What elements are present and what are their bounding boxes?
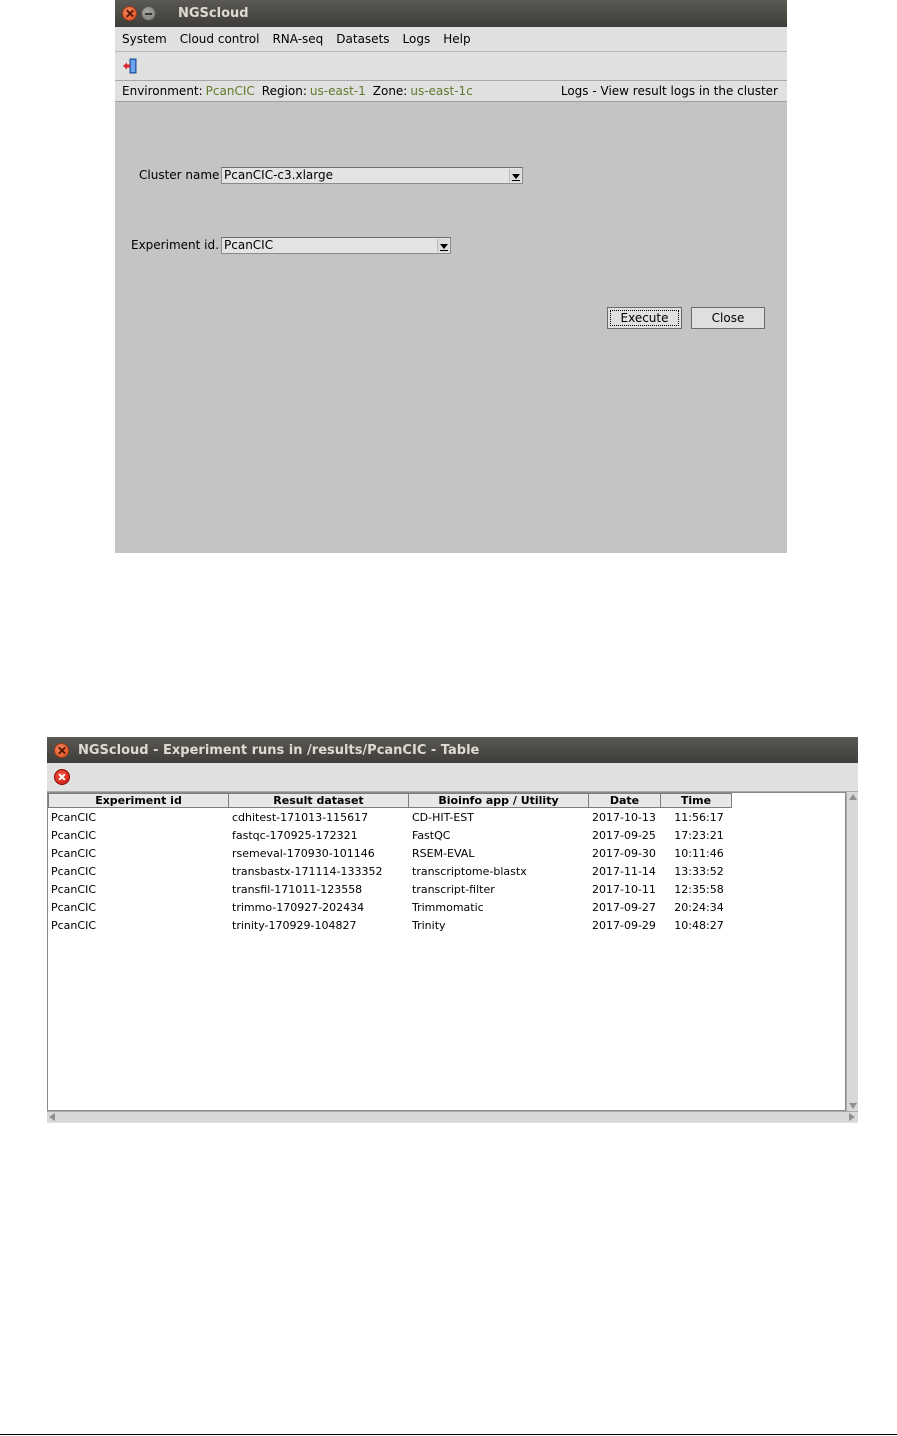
window-minimize-icon[interactable] — [141, 6, 156, 21]
experiment-id-combobox[interactable]: PcanCIC — [221, 237, 451, 254]
menu-help[interactable]: Help — [436, 32, 476, 46]
execute-button[interactable]: Execute — [607, 307, 682, 329]
cell-experiment-id: PcanCIC — [51, 864, 96, 878]
experiment-id-value: PcanCIC — [224, 238, 274, 252]
window-title: NGScloud - Experiment runs in /results/P… — [78, 742, 480, 758]
cell-time: 10:48:27 — [674, 918, 724, 932]
window-close-icon[interactable] — [122, 6, 137, 21]
region-value: us-east-1 — [309, 84, 366, 98]
menu-bar: System Cloud control RNA-seq Datasets Lo… — [115, 27, 787, 52]
table-body: PcanCIC cdhitest-171013-115617 CD-HIT-EST 2… — [48, 808, 845, 934]
title-bar: NGScloud - Experiment runs in /results/P… — [47, 737, 858, 763]
scroll-down-icon[interactable] — [849, 1103, 857, 1109]
window-close-icon[interactable] — [54, 742, 69, 758]
cell-time: 12:35:58 — [674, 882, 724, 896]
cell-result-dataset: cdhitest-171013-115617 — [232, 810, 369, 824]
cell-experiment-id: PcanCIC — [51, 828, 96, 842]
region-label: Region: — [261, 84, 307, 98]
column-header-date[interactable]: Date — [588, 793, 661, 808]
cell-date: 2017-11-14 — [592, 864, 656, 878]
column-header-result-dataset[interactable]: Result dataset — [228, 793, 409, 808]
main-window: NGScloud System Cloud control RNA-seq Da… — [115, 0, 787, 553]
cell-time: 11:56:17 — [674, 810, 724, 824]
cell-result-dataset: trimmo-170927-202434 — [232, 900, 365, 914]
column-header-bioinfo-app[interactable]: Bioinfo app / Utility — [408, 793, 589, 808]
zone-value: us-east-1c — [410, 84, 473, 98]
scroll-left-icon[interactable] — [49, 1113, 55, 1121]
status-bar: Environment: PcanCIC Region: us-east-1 Z… — [115, 81, 787, 102]
table-row[interactable]: PcanCIC rsemeval-170930-101146 RSEM-EVAL 20… — [48, 844, 845, 862]
column-header-experiment-id[interactable]: Experiment id — [48, 793, 229, 808]
table-row[interactable]: PcanCIC trinity-170929-104827 Trinity 2017-… — [48, 916, 845, 934]
toolbar — [115, 52, 787, 81]
cell-date: 2017-09-29 — [592, 918, 656, 932]
table-row[interactable]: PcanCIC transfil-171011-123558 transcript-… — [48, 880, 845, 898]
environment-label: Environment: — [122, 84, 203, 98]
cell-date: 2017-10-11 — [592, 882, 656, 896]
cell-bioinfo-app: RSEM-EVAL — [412, 846, 475, 860]
cell-time: 17:23:21 — [674, 828, 724, 842]
menu-datasets[interactable]: Datasets — [329, 32, 395, 46]
menu-cloud-control[interactable]: Cloud control — [173, 32, 266, 46]
menu-rna-seq[interactable]: RNA-seq — [265, 32, 329, 46]
table-row[interactable]: PcanCIC trimmo-170927-202434 Trimmomatic 20… — [48, 898, 845, 916]
cell-bioinfo-app: FastQC — [412, 828, 451, 842]
cell-date: 2017-09-25 — [592, 828, 656, 842]
chevron-down-icon[interactable] — [509, 169, 521, 182]
cell-time: 13:33:52 — [674, 864, 724, 878]
column-header-time[interactable]: Time — [660, 793, 732, 808]
table-row[interactable]: PcanCIC fastqc-170925-172321 FastQC 2017-09… — [48, 826, 845, 844]
runs-table: Experiment id Result dataset Bioinfo app… — [47, 792, 846, 1111]
toolbar — [47, 763, 858, 792]
cell-time: 10:11:46 — [674, 846, 724, 860]
cell-result-dataset: transbastx-171114-133352 — [232, 864, 383, 878]
table-window: NGScloud - Experiment runs in /results/P… — [47, 737, 858, 1123]
cell-experiment-id: PcanCIC — [51, 900, 96, 914]
close-button[interactable]: Close — [691, 307, 765, 329]
table-header: Experiment id Result dataset Bioinfo app… — [48, 793, 845, 808]
cell-experiment-id: PcanCIC — [51, 882, 96, 896]
cluster-name-value: PcanCIC-c3.xlarge — [224, 168, 333, 182]
table-row[interactable]: PcanCIC cdhitest-171013-115617 CD-HIT-EST 2… — [48, 808, 845, 826]
close-circle-icon[interactable] — [54, 769, 70, 785]
cell-experiment-id: PcanCIC — [51, 846, 96, 860]
process-description: Logs - View result logs in the cluster — [560, 84, 778, 98]
scroll-up-icon[interactable] — [849, 794, 857, 800]
table-row[interactable]: PcanCIC transbastx-171114-133352 transcrip… — [48, 862, 845, 880]
cell-result-dataset: trinity-170929-104827 — [232, 918, 357, 932]
cluster-name-label: Cluster name — [139, 168, 220, 182]
cell-result-dataset: transfil-171011-123558 — [232, 882, 363, 896]
vertical-scrollbar[interactable] — [846, 792, 858, 1111]
cell-date: 2017-09-30 — [592, 846, 656, 860]
experiment-id-label: Experiment id. — [131, 238, 219, 252]
cluster-name-combobox[interactable]: PcanCIC-c3.xlarge — [221, 167, 523, 184]
chevron-down-icon[interactable] — [437, 239, 449, 252]
menu-logs[interactable]: Logs — [396, 32, 437, 46]
menu-system[interactable]: System — [115, 32, 173, 46]
scroll-right-icon[interactable] — [849, 1113, 855, 1121]
cell-date: 2017-09-27 — [592, 900, 656, 914]
cell-result-dataset: rsemeval-170930-101146 — [232, 846, 375, 860]
cell-time: 20:24:34 — [674, 900, 724, 914]
environment-value: PcanCIC — [205, 84, 255, 98]
cell-result-dataset: fastqc-170925-172321 — [232, 828, 358, 842]
exit-icon[interactable] — [122, 58, 138, 74]
cell-bioinfo-app: Trinity — [412, 918, 446, 932]
cell-bioinfo-app: Trimmomatic — [412, 900, 484, 914]
cell-experiment-id: PcanCIC — [51, 918, 96, 932]
cell-bioinfo-app: transcript-filter — [412, 882, 495, 896]
horizontal-scrollbar[interactable] — [47, 1111, 858, 1122]
cell-bioinfo-app: transcriptome-blastx — [412, 864, 527, 878]
cell-bioinfo-app: CD-HIT-EST — [412, 810, 474, 824]
title-bar: NGScloud — [115, 0, 787, 27]
cell-date: 2017-10-13 — [592, 810, 656, 824]
window-title: NGScloud — [178, 6, 249, 21]
page-footer-rule — [0, 1434, 897, 1435]
cell-experiment-id: PcanCIC — [51, 810, 96, 824]
zone-label: Zone: — [372, 84, 408, 98]
